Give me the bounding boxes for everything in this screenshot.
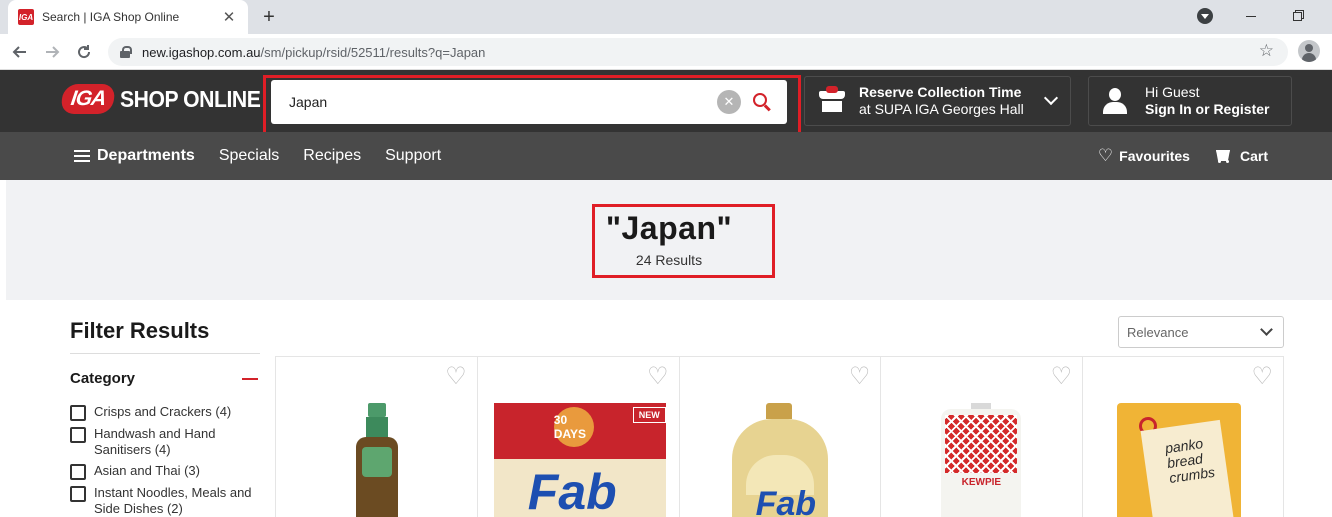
url-host: new.igashop.com.au bbox=[142, 44, 261, 60]
sort-selected-value: Relevance bbox=[1127, 324, 1189, 340]
browser-toolbar: new.igashop.com.au/sm/pickup/rsid/52511/… bbox=[0, 34, 1332, 70]
product-brand: Fab bbox=[755, 485, 817, 517]
product-card[interactable]: ♡ KEWPIE bbox=[880, 357, 1082, 517]
search-query-heading: "Japan" bbox=[605, 210, 733, 246]
product-image-fab-powder[interactable]: 30 DAYS NEW Fab bbox=[493, 403, 666, 517]
category-label: Instant Noodles, Meals and Side Dishes (… bbox=[94, 485, 252, 516]
product-card[interactable]: ♡ panko bread crumbs bbox=[1082, 357, 1284, 517]
cart-label: Cart bbox=[1239, 148, 1268, 164]
reload-icon[interactable] bbox=[72, 40, 96, 64]
logo-mark: IGA bbox=[59, 84, 117, 114]
nav-specials[interactable]: Specials bbox=[219, 147, 279, 165]
collapse-minus-icon[interactable] bbox=[242, 377, 258, 380]
user-icon bbox=[1103, 88, 1127, 114]
category-checkbox[interactable] bbox=[70, 427, 86, 443]
tab-title: Search | IGA Shop Online bbox=[42, 10, 180, 24]
minimize-icon[interactable] bbox=[1228, 0, 1274, 32]
category-option[interactable]: Handwash and Hand Sanitisers (4) bbox=[70, 426, 260, 458]
forward-icon[interactable] bbox=[40, 40, 64, 64]
category-toggle[interactable]: Category bbox=[70, 370, 260, 387]
results-banner: "Japan" 24 Results bbox=[6, 180, 1332, 300]
url-path: /sm/pickup/rsid/52511/results?q=Japan bbox=[260, 44, 486, 60]
results-count: 24 Results bbox=[635, 252, 703, 268]
reserve-collection-button[interactable]: Reserve Collection Time at SUPA IGA Geor… bbox=[804, 76, 1071, 126]
category-checkbox[interactable] bbox=[70, 464, 86, 480]
restore-icon[interactable] bbox=[1274, 0, 1320, 32]
sign-in-link[interactable]: Sign In or Register bbox=[1145, 101, 1269, 118]
back-icon[interactable] bbox=[8, 40, 32, 64]
product-image-fab-liquid[interactable]: Fab bbox=[724, 403, 836, 517]
product-brand: KEWPIE bbox=[961, 477, 1002, 488]
favourite-heart-icon[interactable]: ♡ bbox=[647, 365, 669, 389]
tab-close-icon[interactable]: ✕ bbox=[220, 8, 238, 26]
product-card[interactable]: ♡ 30 DAYS NEW Fab bbox=[476, 357, 679, 517]
search-input[interactable] bbox=[289, 94, 717, 110]
favourites-link[interactable]: ♡ Favourites bbox=[1098, 146, 1190, 166]
account-greeting: Hi Guest bbox=[1145, 84, 1200, 100]
category-label: Crisps and Crackers (4) bbox=[94, 404, 232, 419]
logo-text: SHOP ONLINE bbox=[120, 85, 261, 112]
category-option[interactable]: Instant Noodles, Meals and Side Dishes (… bbox=[70, 485, 260, 517]
product-card[interactable]: ♡ bbox=[275, 357, 477, 517]
account-text: Hi Guest Sign In or Register bbox=[1145, 84, 1269, 118]
category-option[interactable]: Crisps and Crackers (4) bbox=[70, 404, 260, 421]
browser-tabbar: IGA Search | IGA Shop Online ✕ + bbox=[0, 0, 1332, 34]
favourite-heart-icon[interactable]: ♡ bbox=[849, 365, 871, 389]
category-checkbox[interactable] bbox=[70, 405, 86, 421]
favourite-heart-icon[interactable]: ♡ bbox=[445, 365, 467, 389]
cart-link[interactable]: Cart bbox=[1214, 148, 1268, 164]
nav-actions: ♡ Favourites Cart bbox=[1074, 132, 1268, 180]
address-bar[interactable]: new.igashop.com.au/sm/pickup/rsid/52511/… bbox=[108, 38, 1288, 66]
heart-icon: ♡ bbox=[1097, 146, 1114, 165]
category-checkbox[interactable] bbox=[70, 486, 86, 502]
chevron-down-icon bbox=[1043, 90, 1059, 106]
bookmark-star-icon[interactable]: ☆ bbox=[1259, 41, 1274, 61]
days-badge: 30 DAYS bbox=[553, 407, 594, 447]
category-label: Asian and Thai (3) bbox=[94, 463, 200, 478]
profile-icon[interactable] bbox=[1298, 40, 1320, 62]
browser-tab[interactable]: IGA Search | IGA Shop Online ✕ bbox=[8, 0, 248, 34]
tab-search-button[interactable] bbox=[1182, 0, 1228, 32]
clear-search-icon[interactable]: ✕ bbox=[717, 90, 741, 114]
store-icon bbox=[819, 86, 845, 113]
iga-logo[interactable]: IGA SHOP ONLINE bbox=[59, 82, 273, 116]
product-brand: Fab bbox=[527, 464, 617, 517]
lock-icon bbox=[120, 46, 132, 58]
iga-favicon-icon: IGA bbox=[18, 9, 34, 25]
tab-search-icon bbox=[1197, 8, 1213, 24]
category-label: Handwash and Hand Sanitisers (4) bbox=[94, 426, 216, 457]
favourites-label: Favourites bbox=[1119, 148, 1190, 164]
reserve-title: Reserve Collection Time bbox=[859, 84, 1022, 100]
product-image-kewpie[interactable]: KEWPIE bbox=[941, 403, 1022, 517]
site-header: IGA SHOP ONLINE ✕ Reserve Collection Tim… bbox=[0, 70, 1332, 132]
product-image-dressing-bottle[interactable] bbox=[356, 403, 398, 517]
nav-recipes[interactable]: Recipes bbox=[303, 147, 361, 165]
product-grid: ♡ ♡ 30 DAYS NEW Fab ♡ Fab ♡ KEWPIE ♡ pan… bbox=[275, 356, 1284, 517]
chevron-down-icon bbox=[1260, 323, 1273, 336]
account-button[interactable]: Hi Guest Sign In or Register bbox=[1088, 76, 1292, 126]
product-brand: panko bread crumbs bbox=[1164, 435, 1217, 486]
category-list: Crisps and Crackers (4) Handwash and Han… bbox=[70, 404, 260, 517]
nav-links: Departments Specials Recipes Support bbox=[74, 132, 465, 180]
search-icon[interactable] bbox=[751, 91, 773, 113]
menu-icon[interactable] bbox=[74, 150, 90, 162]
nav-support[interactable]: Support bbox=[385, 147, 441, 165]
nav-departments[interactable]: Departments bbox=[97, 147, 195, 165]
new-tab-icon[interactable]: + bbox=[256, 4, 282, 30]
product-card[interactable]: ♡ Fab bbox=[678, 357, 881, 517]
search-bar: ✕ bbox=[271, 80, 787, 124]
product-image-panko[interactable]: panko bread crumbs bbox=[1117, 403, 1242, 517]
cart-icon bbox=[1214, 148, 1232, 164]
category-title: Category bbox=[70, 370, 136, 387]
filter-results-title: Filter Results bbox=[70, 318, 210, 343]
filter-divider bbox=[70, 353, 260, 354]
sort-select[interactable]: Relevance bbox=[1118, 316, 1284, 348]
favourite-heart-icon[interactable]: ♡ bbox=[1251, 365, 1273, 389]
category-option[interactable]: Asian and Thai (3) bbox=[70, 463, 260, 480]
new-badge: NEW bbox=[632, 407, 666, 423]
reserve-text: Reserve Collection Time at SUPA IGA Geor… bbox=[859, 84, 1046, 118]
main-nav: Departments Specials Recipes Support ♡ F… bbox=[0, 132, 1332, 180]
reserve-store: at SUPA IGA Georges Hall bbox=[859, 101, 1024, 117]
favourite-heart-icon[interactable]: ♡ bbox=[1051, 365, 1073, 389]
